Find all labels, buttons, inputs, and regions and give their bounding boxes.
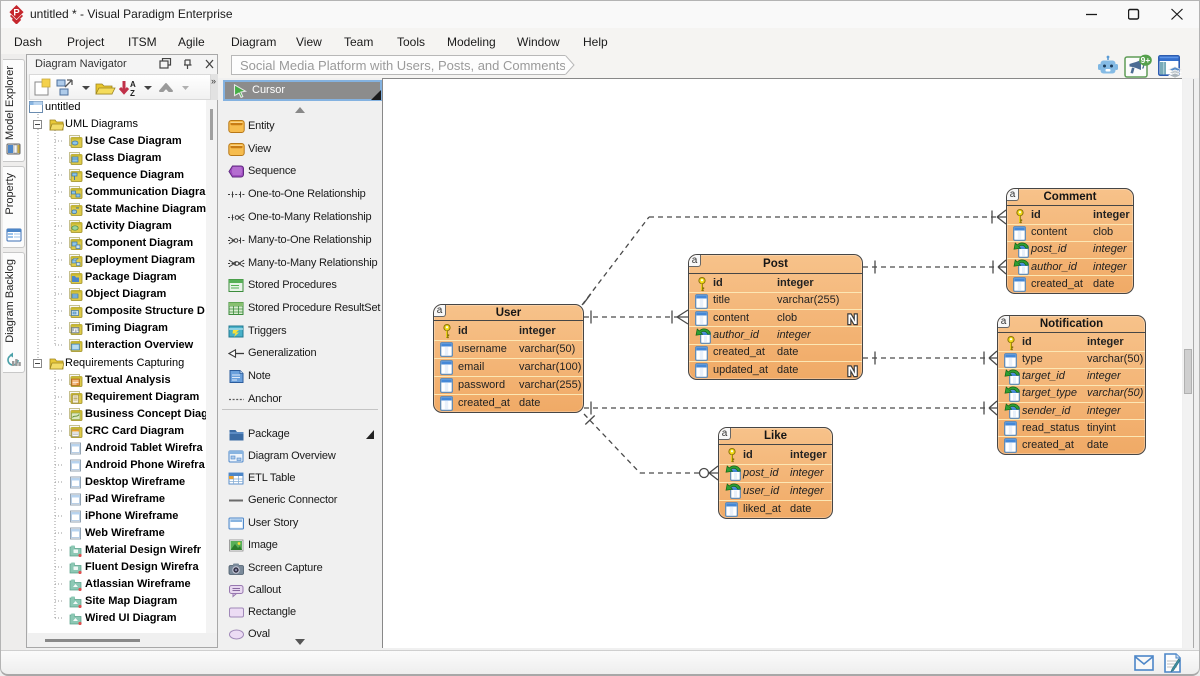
svg-text:Z: Z — [130, 89, 135, 98]
svg-text:P: P — [13, 7, 20, 18]
svg-text:A: A — [130, 80, 136, 89]
svg-text:9+: 9+ — [1141, 55, 1151, 65]
